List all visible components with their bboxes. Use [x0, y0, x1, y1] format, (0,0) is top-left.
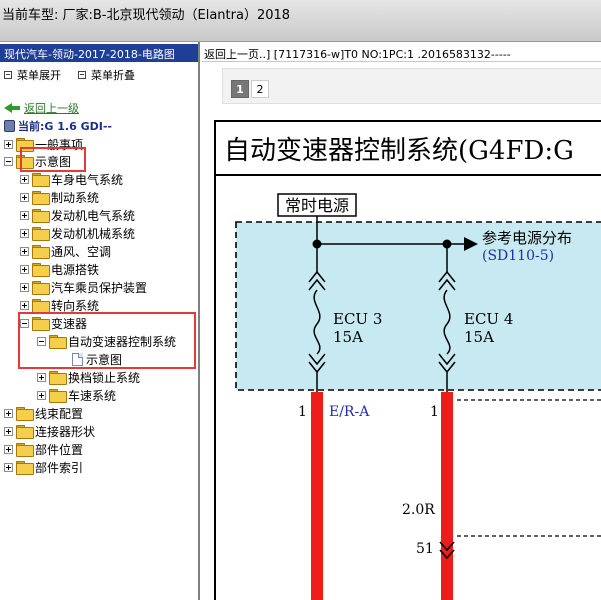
wire2-pin: 1 [430, 404, 439, 420]
folder-icon [49, 389, 67, 403]
diagram-panel: 返回上一页..] [7117316-w]T0 NO:1PC:1 .2016583… [202, 42, 601, 600]
tree-item-component-index[interactable]: 部件索引 [4, 458, 83, 476]
back-link[interactable]: 返回上一级 [4, 100, 79, 116]
tree-item-engine-mechanical[interactable]: 发动机机械系统 [20, 224, 135, 242]
menu-expand-button[interactable]: 菜单展开 [4, 67, 61, 83]
tree-item-occupant-protection[interactable]: 汽车乘员保护装置 [20, 278, 147, 296]
expand-toggle-icon[interactable] [37, 372, 46, 382]
expand-toggle-icon[interactable] [4, 426, 13, 436]
folder-icon [32, 191, 50, 205]
tree-item-label: 电源搭铁 [51, 262, 100, 277]
collapse-toggle-icon[interactable] [4, 156, 13, 166]
expand-toggle-icon[interactable] [20, 192, 29, 202]
tree-item-power-ground[interactable]: 电源搭铁 [20, 260, 99, 278]
expand-toggle-icon[interactable] [4, 444, 13, 454]
tree-item-shift-lock[interactable]: 换档锁止系统 [37, 368, 140, 386]
tree-item-label: 发动机机械系统 [51, 226, 136, 241]
expand-toggle-icon[interactable] [20, 300, 29, 310]
expand-toggle-icon[interactable] [20, 174, 29, 184]
back-arrow-icon [4, 102, 20, 114]
tree-item-vehicle-speed[interactable]: 车速系统 [37, 386, 116, 404]
folder-icon [16, 407, 34, 421]
tree-item-engine-electrical[interactable]: 发动机电气系统 [20, 206, 135, 224]
expand-toggle-icon[interactable] [37, 390, 46, 400]
expand-icon [4, 71, 12, 79]
highlight-box-transmission [18, 312, 196, 369]
fuse2-name: ECU 4 [464, 310, 513, 328]
menu-collapse-button[interactable]: 菜单折叠 [78, 67, 135, 83]
tree-item-label: 制动系统 [51, 190, 100, 205]
collapse-icon [78, 71, 86, 79]
tree-item-label: 车速系统 [68, 388, 117, 403]
expand-toggle-icon[interactable] [4, 408, 13, 418]
wire1-pin: 1 [298, 404, 307, 420]
current-model: 当前:G 1.6 GDI-- [4, 118, 112, 134]
tree-item-brake[interactable]: 制动系统 [20, 188, 99, 206]
wire-size-label: 2.0R [402, 502, 435, 518]
page-button-1[interactable]: 1 [231, 80, 249, 98]
expand-toggle-icon[interactable] [4, 462, 13, 472]
tree-item-label: 换档锁止系统 [68, 370, 141, 385]
reference-label: 参考电源分布 [482, 229, 572, 247]
tree-item-label: 部件位置 [35, 442, 84, 457]
tree-item-hvac[interactable]: 通风、空调 [20, 242, 111, 260]
fuse1-name: ECU 3 [333, 310, 382, 328]
wire1-color: E/R-A [329, 404, 370, 420]
fuse2-rating: 15A [464, 328, 494, 346]
current-model-label: 当前:G 1.6 GDI-- [18, 120, 112, 133]
folder-icon [32, 281, 50, 295]
pagination: 1 2 [222, 68, 601, 104]
tree-item-label: 连接器形状 [35, 424, 96, 439]
folder-icon [49, 371, 67, 385]
window-title-bar: 当前车型: 厂家:B-北京现代领动（Elantra）2018 [0, 0, 601, 42]
expand-toggle-icon[interactable] [20, 282, 29, 292]
folder-icon [16, 425, 34, 439]
wire-ecu4 [441, 392, 453, 600]
page-back-header[interactable]: 返回上一页..] [7117316-w]T0 NO:1PC:1 .2016583… [202, 44, 601, 62]
expand-toggle-icon[interactable] [20, 264, 29, 274]
wiring-diagram: 自动变速器控制系统(G4FD:G 常时电源 参考电源分布 (SD110-5) E… [214, 120, 601, 600]
tree-item-label: 部件索引 [35, 460, 84, 475]
tree-item-component-location[interactable]: 部件位置 [4, 440, 83, 458]
tree-item-label: 转向系统 [51, 298, 100, 313]
folder-icon [32, 227, 50, 241]
wire-ecu3 [311, 392, 323, 600]
expand-toggle-icon[interactable] [20, 228, 29, 238]
tree-item-connector-shapes[interactable]: 连接器形状 [4, 422, 95, 440]
folder-icon [32, 173, 50, 187]
tree-item-label: 车身电气系统 [51, 172, 124, 187]
folder-icon [32, 263, 50, 277]
tree-panel-header: 现代汽车-领动-2017-2018-电路图 [0, 44, 198, 62]
page-button-2[interactable]: 2 [251, 80, 269, 98]
expand-toggle-icon[interactable] [20, 246, 29, 256]
tree-item-body-electrical[interactable]: 车身电气系统 [20, 170, 123, 188]
tree-item-harness-layout[interactable]: 线束配置 [4, 404, 83, 422]
folder-icon [32, 209, 50, 223]
tree-item-label: 通风、空调 [51, 244, 112, 259]
fuse1-rating: 15A [333, 328, 363, 346]
expand-toggle-icon[interactable] [20, 210, 29, 220]
window-title: 当前车型: 厂家:B-北京现代领动（Elantra）2018 [2, 8, 291, 23]
menu-collapse-label: 菜单折叠 [91, 69, 135, 82]
back-link-label: 返回上一级 [24, 102, 79, 115]
folder-icon [32, 245, 50, 259]
folder-icon [16, 461, 34, 475]
expand-toggle-icon[interactable] [4, 139, 13, 149]
vehicle-icon [4, 120, 15, 132]
power-source-label: 常时电源 [285, 196, 349, 215]
reference-code: (SD110-5) [482, 248, 554, 264]
connector-pin-label: 51 [416, 541, 434, 557]
circuit-drawing: 常时电源 参考电源分布 (SD110-5) ECU 3 15A ECU 4 15… [235, 193, 601, 600]
tree-item-label: 线束配置 [35, 406, 84, 421]
menu-expand-label: 菜单展开 [17, 69, 61, 82]
tree-panel: 现代汽车-领动-2017-2018-电路图 菜单展开 菜单折叠 返回上一级 当前… [0, 42, 200, 600]
highlight-box-schematic [20, 147, 86, 172]
tree-item-label: 汽车乘员保护装置 [51, 280, 148, 295]
folder-icon [16, 443, 34, 457]
folder-icon [32, 299, 50, 313]
tree-item-label: 发动机电气系统 [51, 208, 136, 223]
menu-row: 菜单展开 菜单折叠 [0, 66, 198, 82]
